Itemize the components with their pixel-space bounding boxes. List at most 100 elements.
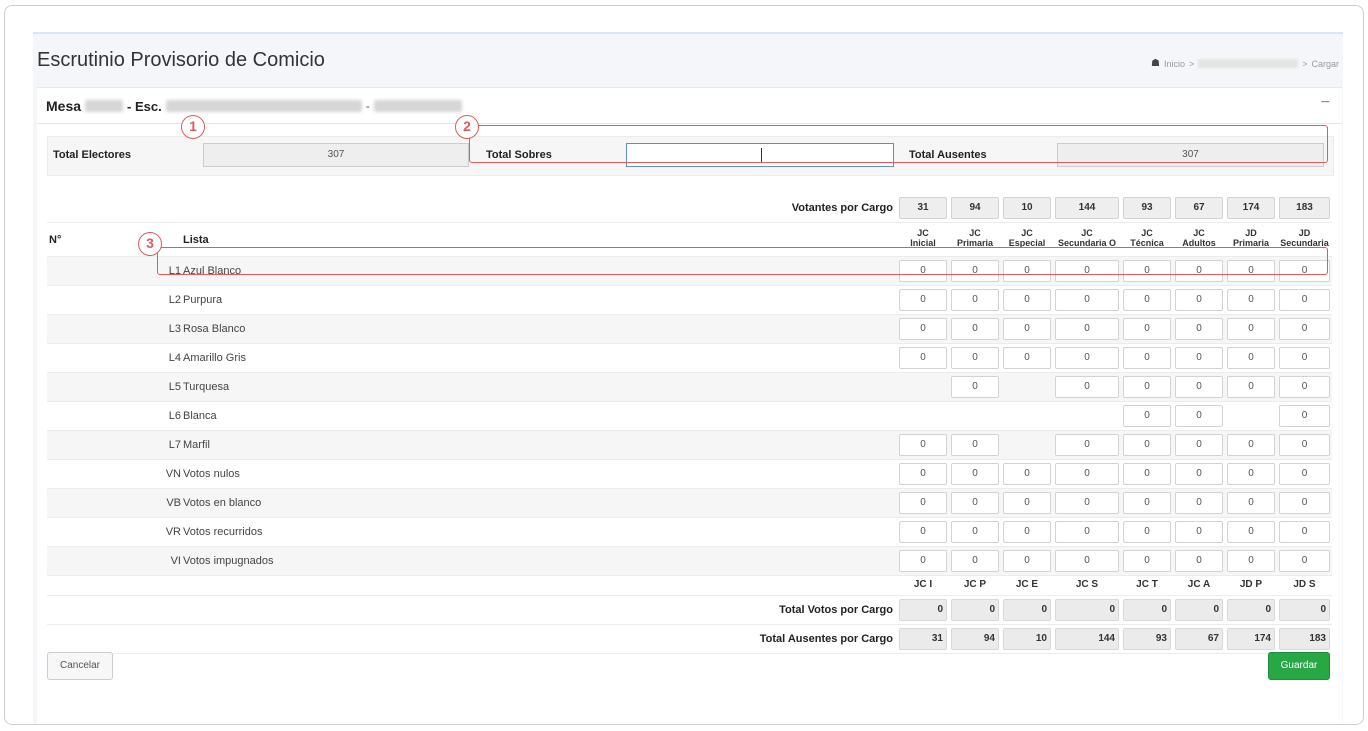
vote-input[interactable]: 0 xyxy=(1123,550,1171,572)
total-ausentes-value: 10 xyxy=(1003,628,1051,650)
vote-input[interactable]: 0 xyxy=(1279,550,1330,572)
vote-input[interactable]: 0 xyxy=(1227,550,1275,572)
save-button[interactable]: Guardar xyxy=(1268,652,1330,680)
vote-input[interactable]: 0 xyxy=(1123,405,1171,427)
vote-input[interactable]: 0 xyxy=(1055,289,1119,311)
vote-input[interactable]: 0 xyxy=(951,550,999,572)
vote-input[interactable]: 0 xyxy=(951,289,999,311)
vote-input[interactable]: 0 xyxy=(1055,550,1119,572)
row-name: Votos en blanco xyxy=(183,497,262,509)
cargo-header-line1: JC xyxy=(1141,228,1153,238)
vote-input[interactable]: 0 xyxy=(899,434,947,456)
total-ausentes-value: 174 xyxy=(1227,628,1275,650)
vote-input[interactable]: 0 xyxy=(1279,260,1330,282)
vote-input[interactable]: 0 xyxy=(1123,521,1171,543)
vote-input[interactable]: 0 xyxy=(1279,492,1330,514)
vote-input[interactable]: 0 xyxy=(1175,318,1223,340)
vote-input[interactable]: 0 xyxy=(951,318,999,340)
vote-input[interactable]: 0 xyxy=(951,260,999,282)
vote-input[interactable]: 0 xyxy=(1123,463,1171,485)
vote-input[interactable]: 0 xyxy=(1279,289,1330,311)
vote-input[interactable]: 0 xyxy=(1055,434,1119,456)
vote-input[interactable]: 0 xyxy=(1003,347,1051,369)
vote-input[interactable]: 0 xyxy=(1123,347,1171,369)
vote-input[interactable]: 0 xyxy=(1123,434,1171,456)
vote-input[interactable]: 0 xyxy=(1175,463,1223,485)
vote-input[interactable]: 0 xyxy=(1123,492,1171,514)
vote-input[interactable]: 0 xyxy=(899,492,947,514)
vote-input[interactable]: 0 xyxy=(1279,318,1330,340)
vote-input[interactable]: 0 xyxy=(1175,376,1223,398)
page-title: Escrutinio Provisorio de Comicio xyxy=(37,49,325,71)
vote-input[interactable]: 0 xyxy=(1227,521,1275,543)
cargo-abbr: JC S xyxy=(1075,579,1099,590)
vote-input[interactable]: 0 xyxy=(1123,318,1171,340)
cargo-header-line1: JC xyxy=(969,228,981,238)
vote-input[interactable]: 0 xyxy=(1003,318,1051,340)
cancel-button[interactable]: Cancelar xyxy=(47,652,113,680)
vote-input[interactable]: 0 xyxy=(1175,550,1223,572)
vote-input[interactable]: 0 xyxy=(1279,347,1330,369)
vote-input[interactable]: 0 xyxy=(1055,318,1119,340)
cargo-abbr: JC P xyxy=(963,579,987,590)
vote-input[interactable]: 0 xyxy=(899,550,947,572)
vote-input[interactable]: 0 xyxy=(1227,434,1275,456)
total-ausentes-value: 183 xyxy=(1279,628,1330,650)
vote-input[interactable]: 0 xyxy=(1279,434,1330,456)
vote-input[interactable]: 0 xyxy=(1055,463,1119,485)
vote-input[interactable]: 0 xyxy=(899,521,947,543)
vote-input[interactable]: 0 xyxy=(1227,347,1275,369)
vote-input[interactable]: 0 xyxy=(1003,289,1051,311)
breadcrumb-separator: > xyxy=(1188,58,1195,69)
vote-input[interactable]: 0 xyxy=(1003,492,1051,514)
total-sobres-input[interactable] xyxy=(626,143,894,167)
vote-input[interactable]: 0 xyxy=(1003,521,1051,543)
vote-input[interactable]: 0 xyxy=(1279,405,1330,427)
vote-input[interactable]: 0 xyxy=(1227,260,1275,282)
vote-input[interactable]: 0 xyxy=(1055,376,1119,398)
row-name: Turquesa xyxy=(183,381,230,393)
vote-input[interactable]: 0 xyxy=(951,521,999,543)
breadcrumb-redacted[interactable] xyxy=(1198,59,1299,68)
vote-input[interactable]: 0 xyxy=(1227,289,1275,311)
home-icon[interactable]: ☗ xyxy=(1151,58,1160,69)
vote-input[interactable]: 0 xyxy=(1123,289,1171,311)
cargo-header-line2: Primaria xyxy=(956,238,994,248)
vote-input[interactable]: 0 xyxy=(899,289,947,311)
vote-input[interactable]: 0 xyxy=(1175,289,1223,311)
vote-input[interactable]: 0 xyxy=(1175,347,1223,369)
collapse-button[interactable]: − xyxy=(1321,94,1330,112)
vote-input[interactable]: 0 xyxy=(1175,492,1223,514)
vote-input[interactable]: 0 xyxy=(951,376,999,398)
vote-input[interactable]: 0 xyxy=(1227,492,1275,514)
vote-input[interactable]: 0 xyxy=(1279,463,1330,485)
vote-input[interactable]: 0 xyxy=(1055,492,1119,514)
vote-input[interactable]: 0 xyxy=(1279,376,1330,398)
vote-input[interactable]: 0 xyxy=(899,347,947,369)
vote-input[interactable]: 0 xyxy=(951,347,999,369)
breadcrumb-home[interactable]: Inicio xyxy=(1164,59,1185,69)
vote-input[interactable]: 0 xyxy=(899,463,947,485)
vote-input[interactable]: 0 xyxy=(1175,405,1223,427)
vote-input[interactable]: 0 xyxy=(899,260,947,282)
vote-input[interactable]: 0 xyxy=(1175,434,1223,456)
vote-input[interactable]: 0 xyxy=(951,463,999,485)
vote-input[interactable]: 0 xyxy=(1055,260,1119,282)
vote-input[interactable]: 0 xyxy=(1055,347,1119,369)
vote-input[interactable]: 0 xyxy=(1123,376,1171,398)
vote-input[interactable]: 0 xyxy=(1055,521,1119,543)
vote-input[interactable]: 0 xyxy=(951,492,999,514)
vote-input[interactable]: 0 xyxy=(1175,521,1223,543)
vote-input[interactable]: 0 xyxy=(951,434,999,456)
annotation-badge-3: 3 xyxy=(138,232,162,256)
vote-input[interactable]: 0 xyxy=(1123,260,1171,282)
vote-input[interactable]: 0 xyxy=(899,318,947,340)
vote-input[interactable]: 0 xyxy=(1003,550,1051,572)
vote-input[interactable]: 0 xyxy=(1003,463,1051,485)
vote-input[interactable]: 0 xyxy=(1175,260,1223,282)
vote-input[interactable]: 0 xyxy=(1227,463,1275,485)
vote-input[interactable]: 0 xyxy=(1227,376,1275,398)
vote-input[interactable]: 0 xyxy=(1227,318,1275,340)
vote-input[interactable]: 0 xyxy=(1003,260,1051,282)
vote-input[interactable]: 0 xyxy=(1279,521,1330,543)
